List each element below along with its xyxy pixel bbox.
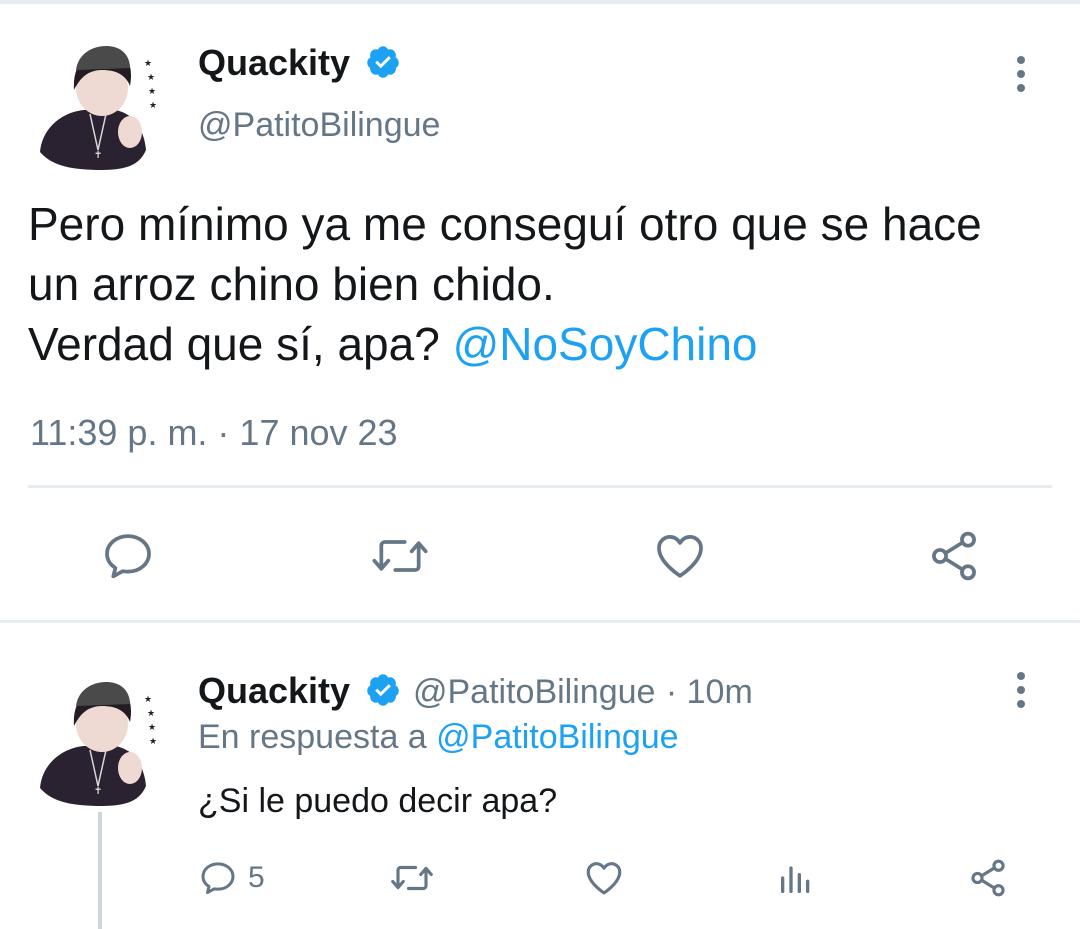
avatar-illustration: ✝ ★ ★ ★ ★ — [40, 682, 157, 806]
more-options-icon[interactable] — [1013, 56, 1029, 96]
reply-time-ago: · 10m — [665, 673, 753, 711]
svg-text:★: ★ — [149, 737, 157, 747]
svg-text:★: ★ — [148, 723, 156, 733]
author-name-row: Quackity — [198, 42, 401, 84]
svg-text:✝: ✝ — [94, 150, 102, 161]
verified-badge-icon — [366, 674, 399, 706]
reply-button[interactable] — [96, 526, 160, 586]
analytics-button[interactable] — [774, 856, 818, 900]
analytics-icon — [781, 866, 810, 893]
tweet-text-line: un arroz chino bien chido. — [28, 258, 555, 310]
tweet-text-line: Pero mínimo ya me conseguí otro que se h… — [28, 198, 982, 250]
author-name[interactable]: Quackity — [198, 42, 350, 83]
replying-to-mention[interactable]: @PatitoBilingue — [436, 718, 678, 756]
reply-icon — [201, 862, 235, 894]
verified-badge-icon — [366, 46, 399, 78]
tweet-text-line-3: Verdad que sí, apa? — [28, 318, 440, 370]
reply-text: ¿Si le puedo decir apa? — [198, 782, 558, 820]
share-button[interactable] — [922, 526, 986, 586]
svg-text:✝: ✝ — [94, 786, 102, 797]
more-options-icon[interactable] — [1013, 672, 1029, 712]
author-handle[interactable]: @PatitoBilingue — [198, 106, 440, 145]
share-icon — [971, 859, 1005, 897]
like-icon — [586, 862, 622, 895]
mention-link[interactable]: @NoSoyChino — [453, 318, 758, 370]
reply-icon — [105, 534, 151, 579]
svg-text:★: ★ — [147, 73, 155, 83]
avatar[interactable]: ✝ ★ ★ ★ ★ — [32, 40, 157, 170]
top-divider — [0, 0, 1080, 4]
share-icon — [932, 531, 976, 581]
retweet-icon — [391, 865, 433, 891]
svg-text:★: ★ — [147, 709, 155, 719]
svg-text:★: ★ — [148, 87, 156, 97]
replying-prefix: En respuesta a — [198, 718, 427, 756]
svg-text:★: ★ — [144, 59, 152, 69]
thread-line — [98, 812, 102, 929]
retweet-button[interactable] — [368, 526, 432, 586]
like-button[interactable] — [580, 856, 628, 900]
reply-count: 5 — [248, 861, 265, 894]
divider — [28, 485, 1052, 488]
reply-avatar[interactable]: ✝ ★ ★ ★ ★ — [32, 676, 157, 806]
replying-to-line: En respuesta a @PatitoBilingue — [198, 718, 679, 757]
reply-header: Quackity @PatitoBilingue · 10m — [198, 670, 753, 712]
reply-button[interactable]: 5 — [198, 854, 265, 902]
reply-author-name[interactable]: Quackity — [198, 670, 350, 711]
retweet-button[interactable] — [386, 856, 438, 900]
tweet-text: Pero mínimo ya me conseguí otro que se h… — [28, 194, 982, 374]
like-button[interactable] — [648, 526, 712, 586]
share-button[interactable] — [964, 856, 1012, 900]
like-icon — [657, 535, 703, 578]
tweet-text-line: Verdad que sí, apa? @NoSoyChino — [28, 314, 982, 374]
tweet-timestamp[interactable]: 11:39 p. m. · 17 nov 23 — [30, 412, 398, 454]
avatar-illustration: ✝ ★ ★ ★ ★ — [40, 46, 157, 170]
tweet-separator — [0, 620, 1080, 623]
svg-text:★: ★ — [149, 101, 157, 111]
reply-author-handle[interactable]: @PatitoBilingue — [413, 673, 655, 711]
svg-text:★: ★ — [144, 695, 152, 705]
retweet-icon — [372, 540, 428, 572]
